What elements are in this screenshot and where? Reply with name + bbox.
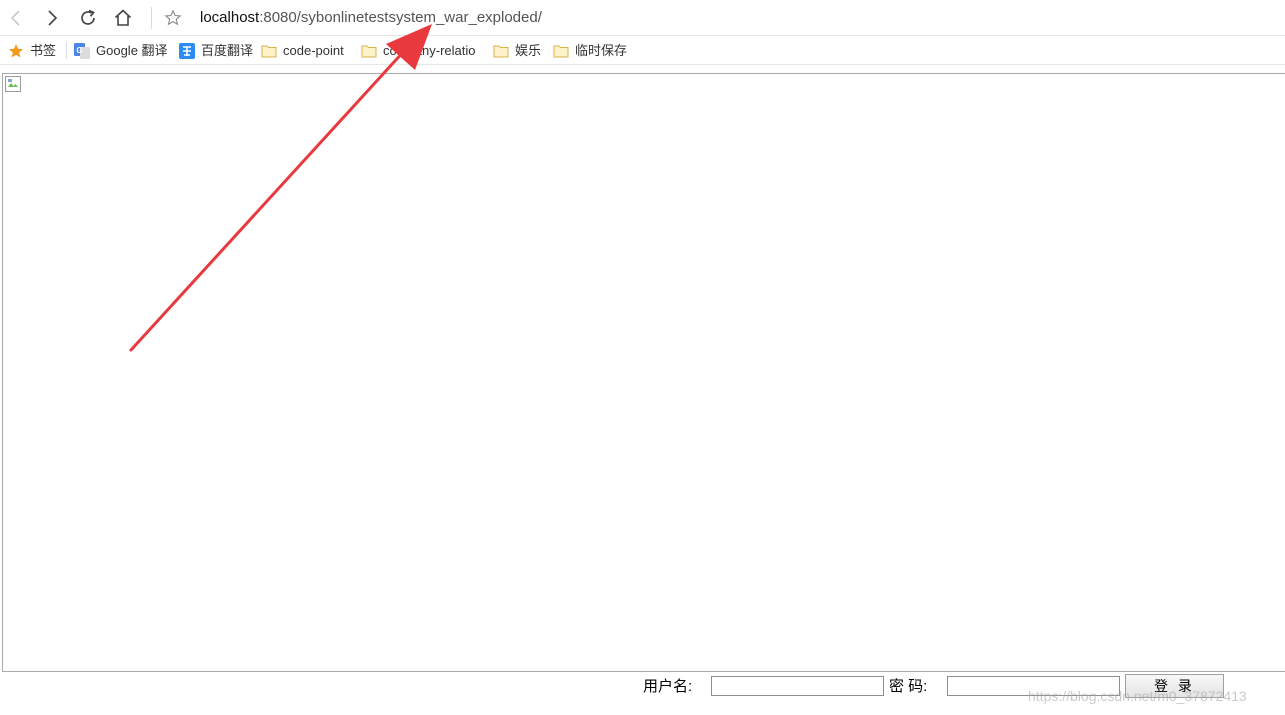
- address-bar[interactable]: localhost:8080/sybonlinetestsystem_war_e…: [200, 8, 542, 28]
- folder-icon: [553, 44, 569, 58]
- bookmark-label: 百度翻译: [201, 43, 254, 58]
- chevron-right-icon: [48, 10, 58, 26]
- toolbar-separator: [151, 7, 152, 29]
- star-icon: [8, 43, 24, 59]
- bookmark-label: 书签: [30, 43, 57, 58]
- broken-image-icon: [5, 76, 21, 92]
- reload-button[interactable]: [75, 5, 101, 31]
- google-translate-icon: G: [74, 43, 90, 59]
- password-label: 密 码:: [889, 678, 928, 695]
- bookmarks-bar: 书签 G Google 翻译 百度翻译 code-point company-r…: [0, 36, 1285, 65]
- back-button[interactable]: [3, 5, 29, 31]
- star-outline-icon: [164, 9, 182, 26]
- bookmark-folder-company-relation[interactable]: company-relatio: [361, 42, 479, 60]
- bookmarks-separator: [66, 42, 67, 59]
- bookmark-label: Google 翻译: [96, 43, 168, 58]
- svg-text:G: G: [76, 46, 82, 55]
- bookmark-item-google-translate[interactable]: G Google 翻译: [74, 42, 168, 60]
- bookmark-label: code-point: [283, 43, 344, 58]
- content-frame: [2, 73, 1285, 672]
- folder-icon: [493, 44, 509, 58]
- bookmark-label: 娱乐: [515, 43, 542, 58]
- folder-icon: [361, 44, 377, 58]
- reload-icon: [81, 9, 95, 25]
- home-icon: [114, 9, 132, 26]
- folder-icon: [261, 44, 277, 58]
- home-button[interactable]: [110, 5, 136, 31]
- bookmark-folder-temp[interactable]: 临时保存: [553, 42, 627, 60]
- bookmark-item-bookmarks[interactable]: 书签: [8, 42, 56, 60]
- bookmark-folder-code-point[interactable]: code-point: [261, 42, 344, 60]
- browser-toolbar: localhost:8080/sybonlinetestsystem_war_e…: [0, 0, 1285, 36]
- bookmark-star-button[interactable]: [160, 5, 186, 31]
- bookmark-item-baidu-translate[interactable]: 百度翻译: [179, 42, 253, 60]
- bookmark-folder-entertainment[interactable]: 娱乐: [493, 42, 541, 60]
- bookmark-label: company-relatio: [383, 43, 476, 58]
- username-input[interactable]: [711, 676, 884, 696]
- bookmark-label: 临时保存: [575, 43, 628, 58]
- username-label: 用户名:: [643, 678, 693, 695]
- watermark: https://blog.csdn.net/m0_37872413: [1028, 688, 1247, 704]
- baidu-translate-icon: [179, 43, 195, 59]
- forward-button[interactable]: [39, 5, 65, 31]
- url-path: :8080/sybonlinetestsystem_war_exploded/: [259, 9, 542, 26]
- url-host: localhost: [200, 9, 260, 26]
- chevron-left-icon: [10, 10, 20, 26]
